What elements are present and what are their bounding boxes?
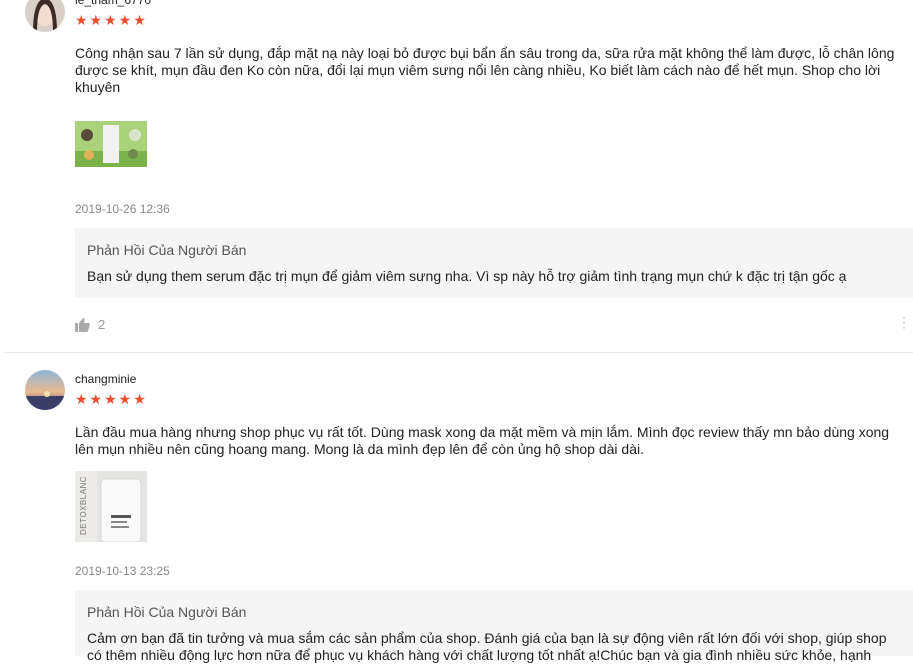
- star-rating: ★★★★★: [75, 391, 148, 407]
- username[interactable]: le_tham_6770: [75, 0, 151, 7]
- review-comment: Lần đầu mua hàng nhưng shop phục vụ rất …: [75, 424, 890, 457]
- star-rating: ★★★★★: [75, 12, 148, 28]
- avatar[interactable]: [25, 370, 65, 410]
- like-button[interactable]: 2: [75, 317, 105, 332]
- like-count: 2: [98, 317, 106, 332]
- seller-reply-text: Cảm ơn bạn đã tin tưởng và mua sắm các s…: [87, 630, 887, 663]
- more-vertical-icon[interactable]: ⋮: [897, 315, 911, 329]
- seller-reply: Phản Hồi Của Người Bán Bạn sử dụng them …: [75, 228, 913, 298]
- product-brand-label: DETOXBLANC: [79, 475, 88, 535]
- review-timestamp: 2019-10-26 12:36: [75, 202, 170, 216]
- review-item: changminie ★★★★★ Lần đầu mua hàng nhưng …: [0, 353, 913, 663]
- avatar[interactable]: [25, 0, 65, 32]
- review-photo[interactable]: DETOXBLANC: [75, 471, 147, 542]
- username[interactable]: changminie: [75, 372, 136, 386]
- seller-reply-title: Phản Hồi Của Người Bán: [87, 242, 247, 258]
- review-comment: Công nhận sau 7 lần sử dụng, đắp mặt nạ …: [75, 45, 895, 95]
- seller-reply: Phản Hồi Của Người Bán Cảm ơn bạn đã tin…: [75, 590, 913, 663]
- review-timestamp: 2019-10-13 23:25: [75, 564, 170, 578]
- review-item: le_tham_6770 ★★★★★ Công nhận sau 7 lần s…: [0, 0, 913, 353]
- review-photo[interactable]: [75, 121, 147, 167]
- seller-reply-title: Phản Hồi Của Người Bán: [87, 604, 247, 620]
- seller-reply-text: Bạn sử dụng them serum đặc trị mụn để gi…: [87, 268, 847, 284]
- thumbs-up-icon: [75, 318, 90, 332]
